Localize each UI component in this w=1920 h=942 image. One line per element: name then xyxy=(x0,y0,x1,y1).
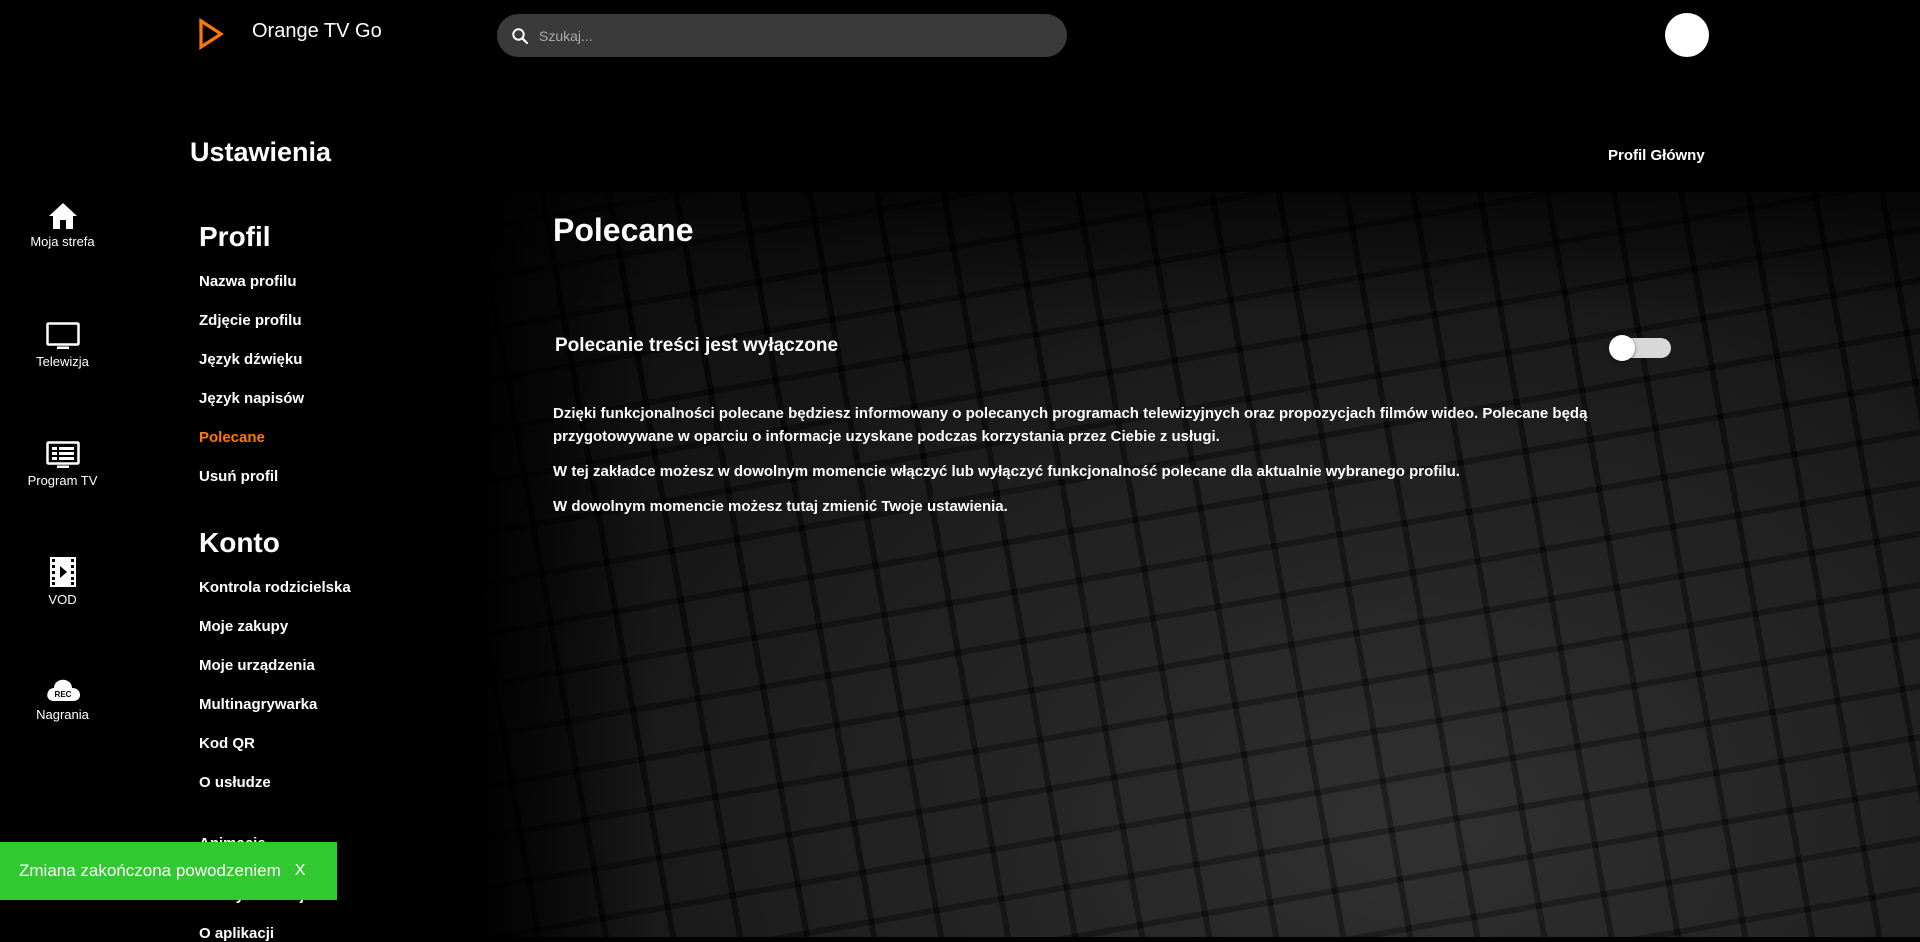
rec-cloud-icon: REC xyxy=(46,679,80,701)
nav-label: Telewizja xyxy=(36,354,89,369)
menu-item-nazwa-profilu[interactable]: Nazwa profilu xyxy=(199,273,297,290)
menu-item-zdjecie-profilu[interactable]: Zdjęcie profilu xyxy=(199,312,302,329)
nav-item-moja-strefa[interactable]: Moja strefa xyxy=(0,202,125,249)
nav-label: Nagrania xyxy=(36,707,89,722)
menu-item-moje-urzadzenia[interactable]: Moje urządzenia xyxy=(199,657,315,674)
toast-close-button[interactable]: X xyxy=(295,862,306,880)
content-title: Polecane xyxy=(553,212,694,248)
description-paragraph: W tej zakładce możesz w dowolnym momenci… xyxy=(553,463,1460,480)
success-toast: Zmiana zakończona powodzeniem X xyxy=(0,842,337,900)
nav-item-program-tv[interactable]: Program TV xyxy=(0,441,125,488)
menu-item-kontrola-rodzicielska[interactable]: Kontrola rodzicielska xyxy=(199,579,351,596)
recommendations-toggle[interactable] xyxy=(1609,335,1671,361)
search-icon xyxy=(512,27,529,44)
nav-label: VOD xyxy=(48,592,77,607)
menu-item-usun-profil[interactable]: Usuń profil xyxy=(199,468,278,485)
menu-item-o-usludze[interactable]: O usłudze xyxy=(199,774,271,791)
content-background xyxy=(475,192,1920,937)
menu-item-jezyk-dzwieku[interactable]: Język dźwięku xyxy=(199,351,302,368)
svg-text:REC: REC xyxy=(54,690,71,699)
menu-item-jezyk-napisow[interactable]: Język napisów xyxy=(199,390,304,407)
menu-item-kod-qr[interactable]: Kod QR xyxy=(199,735,255,752)
nav-item-vod[interactable]: VOD xyxy=(0,556,125,607)
description-paragraph: W dowolnym momencie możesz tutaj zmienić… xyxy=(553,498,1008,515)
film-icon xyxy=(49,557,76,587)
tv-icon xyxy=(45,322,80,349)
description-paragraph: Dzięki funkcjonalności polecane będziesz… xyxy=(553,405,1588,445)
nav-item-telewizja[interactable]: Telewizja xyxy=(0,322,125,369)
search-input[interactable] xyxy=(537,26,1041,45)
menu-item-polecane[interactable]: Polecane xyxy=(199,429,265,446)
page-title: Ustawienia xyxy=(190,137,332,167)
toast-message: Zmiana zakończona powodzeniem xyxy=(19,861,281,880)
nav-label: Program TV xyxy=(27,473,98,488)
search-bar[interactable] xyxy=(497,14,1067,57)
tv-guide-icon xyxy=(45,441,80,468)
toggle-knob[interactable] xyxy=(1609,335,1635,361)
orange-play-logo-icon[interactable] xyxy=(197,18,225,50)
home-icon xyxy=(48,203,77,229)
profile-name[interactable]: Profil Główny xyxy=(1608,147,1705,164)
avatar[interactable] xyxy=(1665,13,1709,57)
nav-item-nagrania[interactable]: REC Nagrania xyxy=(0,677,125,722)
section-heading-profil: Profil xyxy=(199,221,271,252)
toggle-label: Polecanie treści jest wyłączone xyxy=(555,335,839,356)
menu-item-o-aplikacji[interactable]: O aplikacji xyxy=(199,925,274,942)
menu-item-moje-zakupy[interactable]: Moje zakupy xyxy=(199,618,288,635)
nav-label: Moja strefa xyxy=(30,234,95,249)
menu-item-multinagrywarka[interactable]: Multinagrywarka xyxy=(199,696,317,713)
section-heading-konto: Konto xyxy=(199,527,280,558)
brand-name[interactable]: Orange TV Go xyxy=(252,20,382,43)
